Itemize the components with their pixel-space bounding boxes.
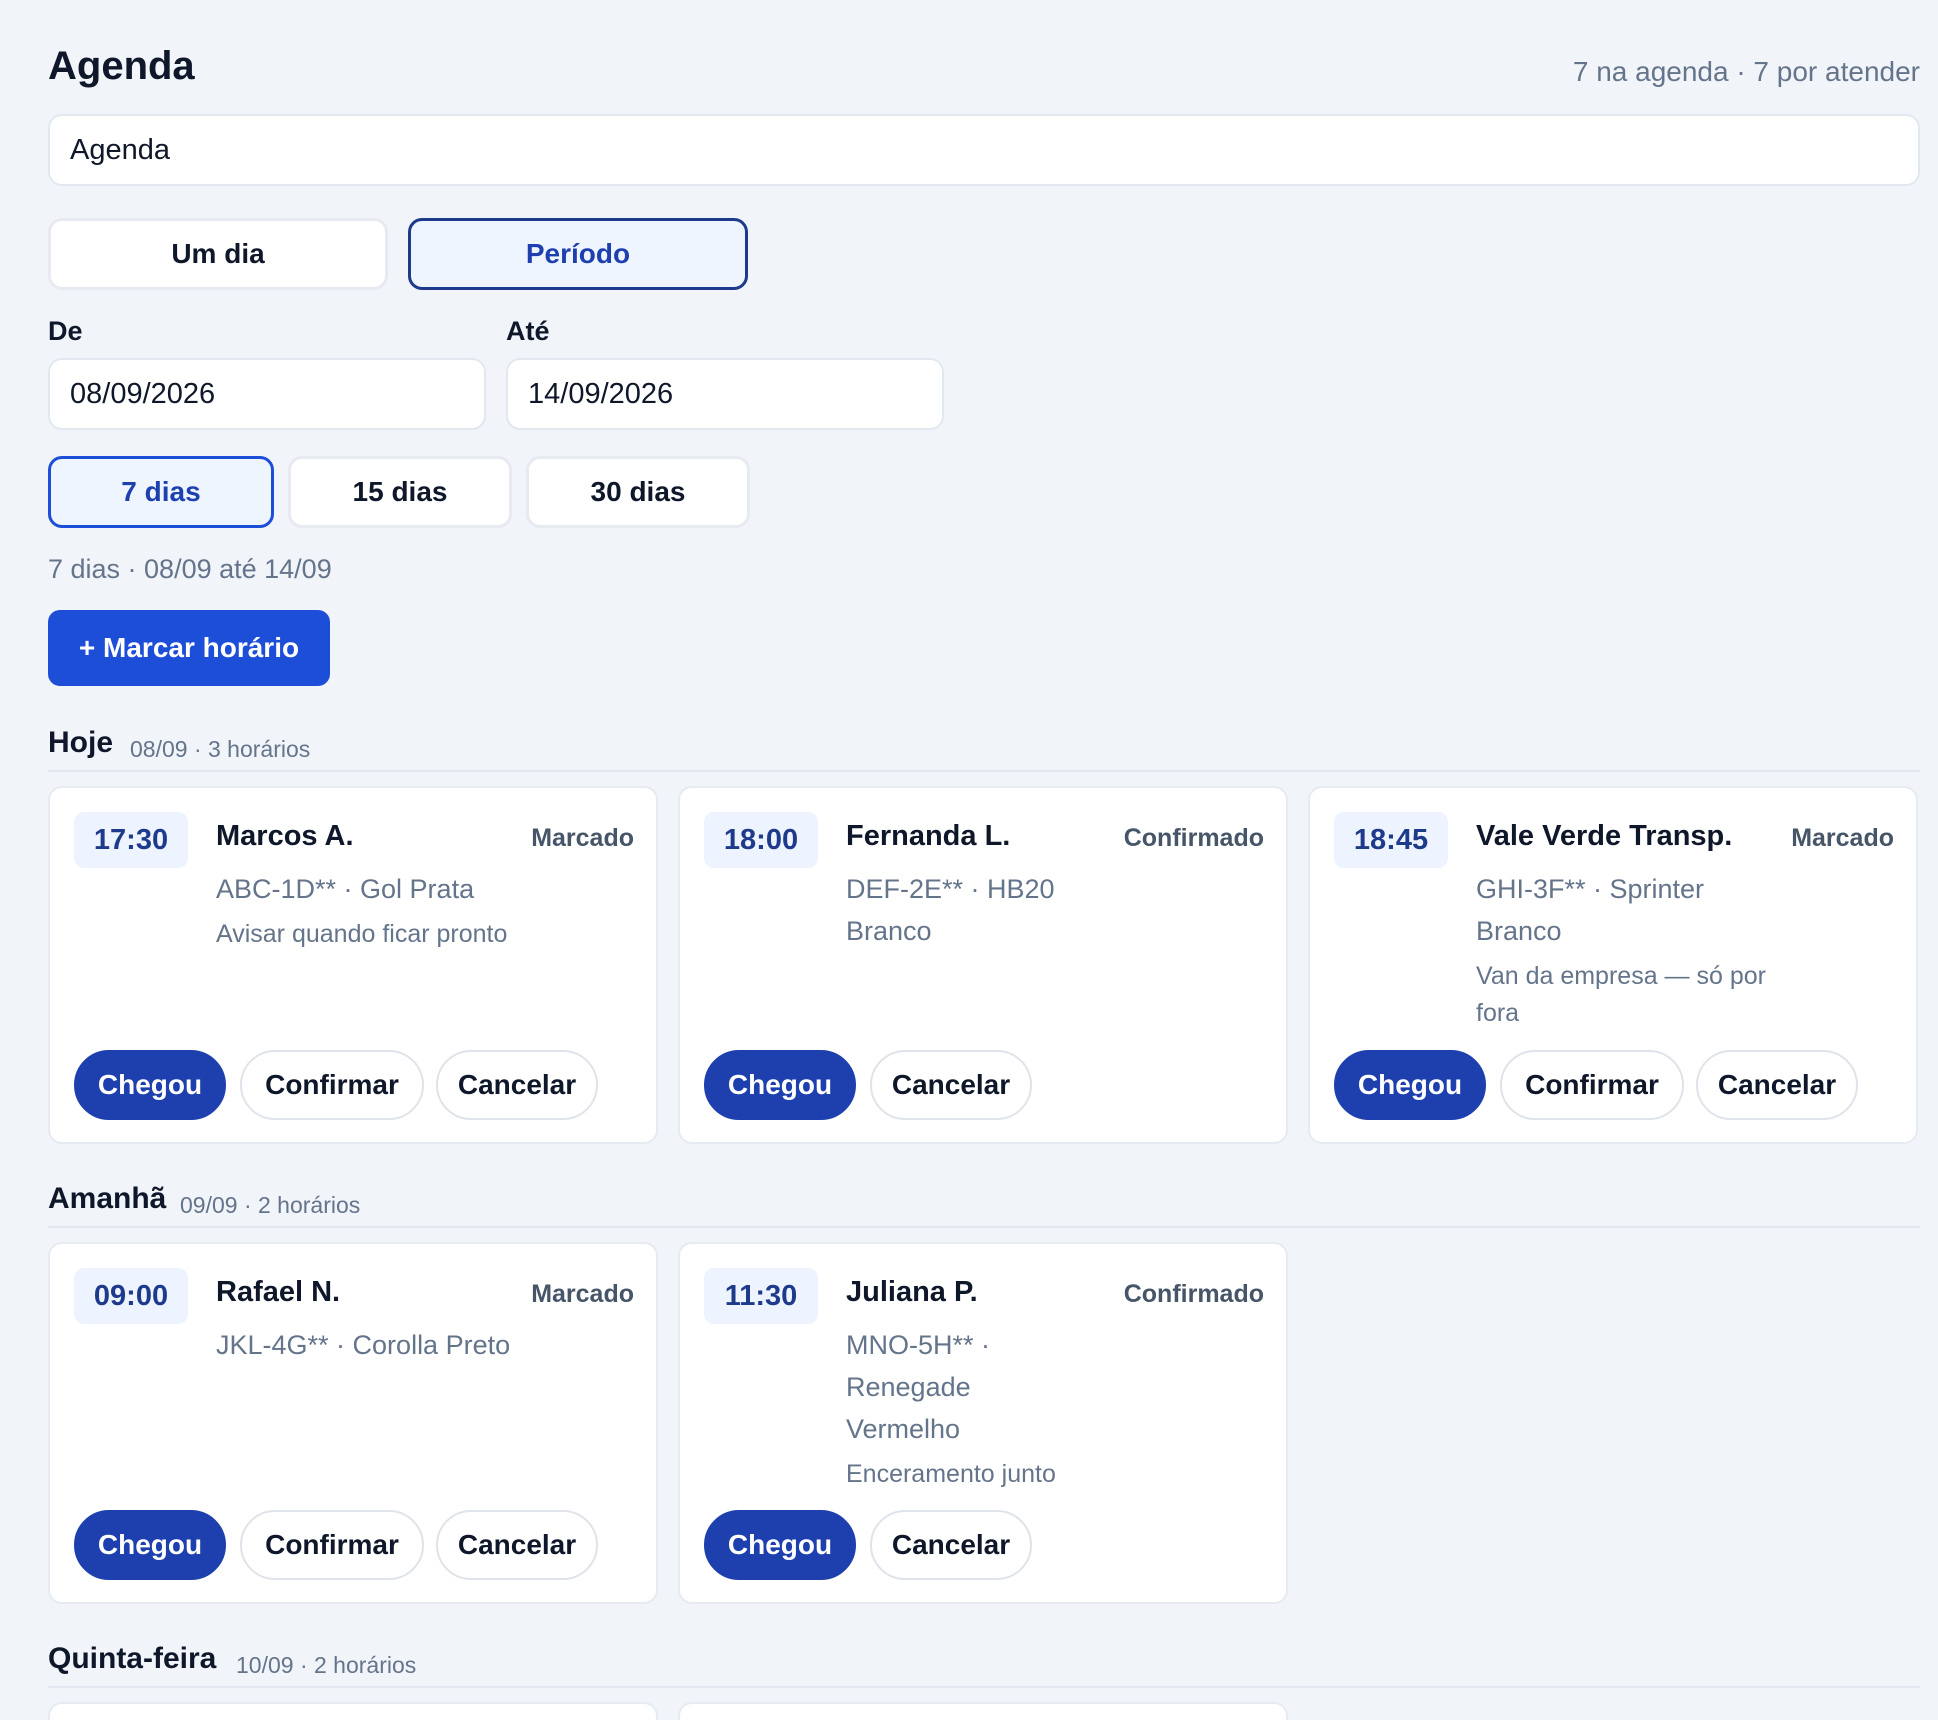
client-name: Vale Verde Transp. bbox=[1476, 820, 1733, 852]
client-name: Rafael N. bbox=[216, 1276, 341, 1308]
vehicle-info: JKL-4G** · Corolla Preto bbox=[216, 1330, 511, 1360]
arrived-button[interactable]: Chegou bbox=[1334, 1050, 1486, 1120]
page-title: Agenda bbox=[48, 44, 195, 88]
page-header: Agenda 7 na agenda · 7 por atender bbox=[48, 44, 1920, 94]
status-badge: Marcado bbox=[531, 1280, 634, 1308]
day-group-meta: 08/09 · 3 horários bbox=[130, 736, 311, 762]
preset-7-dias-button[interactable]: 7 dias bbox=[48, 456, 274, 528]
client-name: Fernanda L. bbox=[846, 820, 1011, 852]
cancel-button[interactable]: Cancelar bbox=[1696, 1050, 1858, 1120]
mode-um-dia-button[interactable]: Um dia bbox=[48, 218, 388, 290]
vehicle-info: ABC-1D** · Gol Prata bbox=[216, 874, 475, 904]
day-group-header: Quinta-feira 10/09 · 2 horários bbox=[48, 1642, 1920, 1688]
appointment-time: 17:30 bbox=[74, 812, 188, 868]
arrived-button[interactable]: Chegou bbox=[704, 1050, 856, 1120]
cancel-button[interactable]: Cancelar bbox=[436, 1510, 598, 1580]
appointment-card: 18:00 Fernanda L. Confirmado DEF-2E** · … bbox=[678, 786, 1288, 1144]
status-badge: Confirmado bbox=[1123, 1280, 1264, 1308]
to-label: Até bbox=[506, 316, 550, 346]
client-name: Juliana P. bbox=[846, 1276, 978, 1308]
appointment-note: Enceramento junto bbox=[846, 1460, 1056, 1488]
agenda-summary: 7 na agenda · 7 por atender bbox=[1572, 56, 1920, 87]
day-group-header: Hoje 08/09 · 3 horários bbox=[48, 726, 1920, 772]
arrived-button[interactable]: Chegou bbox=[704, 1510, 856, 1580]
day-group-title: Hoje bbox=[48, 726, 114, 759]
appointment-time: 11:30 bbox=[704, 1268, 818, 1324]
vehicle-info: GHI-3F** · Sprinter Branco bbox=[1476, 874, 1705, 946]
arrived-button[interactable]: Chegou bbox=[74, 1050, 226, 1120]
appointment-time: 18:00 bbox=[704, 812, 818, 868]
status-badge: Marcado bbox=[1791, 824, 1894, 852]
vehicle-info: DEF-2E** · HB20 Branco bbox=[846, 874, 1055, 946]
appointment-card: 11:30 Juliana P. Confirmado MNO-5H** · R… bbox=[678, 1242, 1288, 1604]
day-group-meta: 10/09 · 2 horários bbox=[236, 1652, 417, 1678]
appointment-card: 18:45 Vale Verde Transp. Marcado GHI-3F*… bbox=[1308, 786, 1918, 1144]
client-name: Marcos A. bbox=[216, 820, 354, 852]
day-group-meta: 09/09 · 2 horários bbox=[180, 1192, 361, 1218]
to-date-field[interactable]: 14/09/2026 bbox=[506, 358, 944, 430]
search-input[interactable] bbox=[48, 114, 1920, 186]
from-date-field[interactable]: 08/09/2026 bbox=[48, 358, 486, 430]
day-group-title: Quinta-feira bbox=[48, 1642, 217, 1675]
day-group-title: Amanhã bbox=[48, 1182, 167, 1215]
preset-30-dias-button[interactable]: 30 dias bbox=[526, 456, 750, 528]
mode-periodo-button[interactable]: Período bbox=[408, 218, 748, 290]
arrived-button[interactable]: Chegou bbox=[74, 1510, 226, 1580]
confirm-button[interactable]: Confirmar bbox=[240, 1510, 424, 1580]
cancel-button[interactable]: Cancelar bbox=[870, 1510, 1032, 1580]
appointment-card bbox=[48, 1702, 658, 1720]
from-label: De bbox=[48, 316, 83, 346]
day-group-header: Amanhã 09/09 · 2 horários bbox=[48, 1182, 1920, 1228]
appointment-note: Avisar quando ficar pronto bbox=[216, 920, 508, 948]
cancel-button[interactable]: Cancelar bbox=[436, 1050, 598, 1120]
appointment-time: 09:00 bbox=[74, 1268, 188, 1324]
appointment-time: 18:45 bbox=[1334, 812, 1448, 868]
appointment-card bbox=[678, 1702, 1288, 1720]
vehicle-info: MNO-5H** · Renegade Vermelho bbox=[846, 1330, 991, 1444]
status-badge: Marcado bbox=[531, 824, 634, 852]
preset-15-dias-button[interactable]: 15 dias bbox=[288, 456, 512, 528]
confirm-button[interactable]: Confirmar bbox=[240, 1050, 424, 1120]
appointment-card: 09:00 Rafael N. Marcado JKL-4G** · Corol… bbox=[48, 1242, 658, 1604]
add-appointment-button[interactable]: + Marcar horário bbox=[48, 610, 330, 686]
appointment-note: Van da empresa — só por fora bbox=[1476, 962, 1766, 1027]
appointment-card: 17:30 Marcos A. Marcado ABC-1D** · Gol P… bbox=[48, 786, 658, 1144]
status-badge: Confirmado bbox=[1123, 824, 1264, 852]
confirm-button[interactable]: Confirmar bbox=[1500, 1050, 1684, 1120]
cancel-button[interactable]: Cancelar bbox=[870, 1050, 1032, 1120]
range-summary: 7 dias · 08/09 até 14/09 bbox=[48, 554, 332, 584]
